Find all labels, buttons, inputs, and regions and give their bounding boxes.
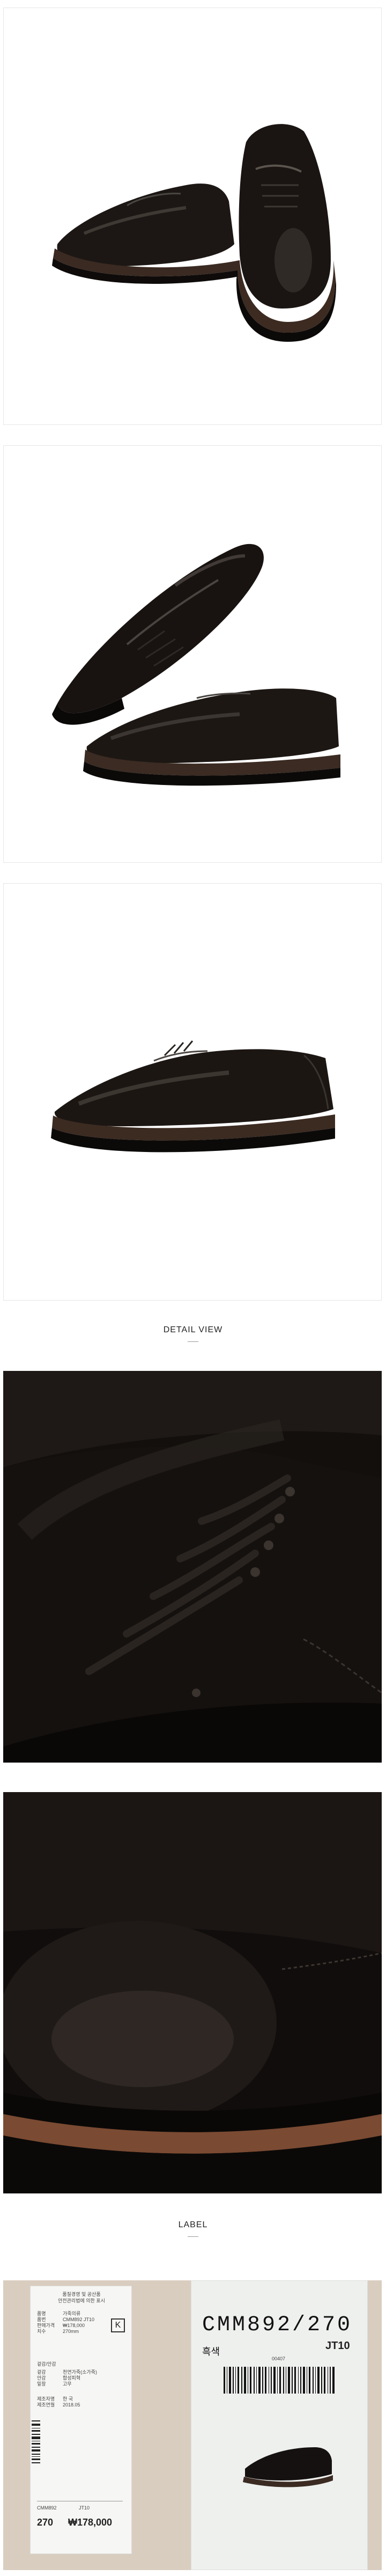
box-label-number: 00407	[272, 2356, 286, 2361]
box-label-right: CMM892/270 흑색 00407 JT10	[191, 2280, 368, 2570]
hangtag-row: 품명 가죽의류	[37, 2311, 128, 2317]
hangtag-price: ₩178,000	[68, 2517, 113, 2528]
hangtag-row: 밑창 고무	[37, 2381, 128, 2387]
hangtag-row-value: 가죽의류	[63, 2311, 81, 2316]
hangtag-barcode	[31, 2286, 41, 2555]
hangtag-row-value: ₩178,000	[63, 2323, 85, 2328]
box-label-code: CMM892/270	[202, 2313, 353, 2337]
box-label-shoe-picture	[240, 2431, 336, 2496]
detail-photo-laces	[3, 1371, 382, 1763]
hangtag-header-1: 품질경영 및 공산품	[62, 2292, 101, 2297]
hangtag-left: 품질경영 및 공산품 안전관리법에 의한 표시 품명 가죽의류 품번 CMM892 J…	[30, 2286, 132, 2554]
hangtag-row-value: 천연가죽(소가죽)	[63, 2369, 97, 2375]
hangtag-row-value: 합성피혁	[63, 2375, 81, 2381]
shoe-side-image	[51, 1040, 335, 1153]
hangtag-material-rows: 겉감 천연가죽(소가죽) 안감 합성피혁 밑창 고무	[37, 2369, 128, 2387]
hangtag-row: 제조자명 한 국	[37, 2396, 128, 2402]
kc-mark-icon: K	[111, 2318, 125, 2332]
laces-closeup-image	[3, 1371, 382, 1763]
detail-view-divider	[188, 1341, 198, 1342]
hangtag-row: 겉감 천연가죽(소가죽)	[37, 2369, 128, 2375]
product-photo-1	[3, 8, 382, 425]
hangtag-row-value: CMM892 JT10	[63, 2317, 95, 2322]
hangtag-row-value: 270mm	[63, 2329, 79, 2334]
box-label-color: 흑색	[202, 2346, 220, 2357]
box-label-barcode	[224, 2367, 342, 2394]
hangtag-row: 제조연월 2018.05	[37, 2402, 128, 2408]
product-photo-2	[3, 445, 382, 863]
detail-photo-toe	[3, 1792, 382, 2193]
shoe-pair-image	[52, 124, 336, 342]
hangtag-header-2: 안전관리법에 의한 표시	[58, 2298, 105, 2303]
product-photo-3	[3, 883, 382, 1301]
hangtag-row-value: 한 국	[63, 2396, 73, 2402]
shoe-pair-angled-image	[52, 544, 340, 786]
label-divider	[188, 2236, 198, 2237]
label-photo: 품질경영 및 공산품 안전관리법에 의한 표시 품명 가죽의류 품번 CMM892 J…	[3, 2280, 382, 2570]
hangtag-maker-rows: 제조자명 한 국 제조연월 2018.05	[37, 2396, 128, 2408]
box-label-jt: JT10	[325, 2340, 350, 2352]
hangtag-footer-sub: JT10	[79, 2505, 90, 2511]
toe-closeup-image	[3, 1792, 382, 2193]
label-title: LABEL	[178, 2220, 208, 2229]
hangtag-row: 안감 합성피혁	[37, 2375, 128, 2381]
hangtag-row-value: 2018.05	[63, 2402, 80, 2408]
hangtag-row-value: 고무	[63, 2381, 72, 2387]
detail-view-title: DETAIL VIEW	[163, 1325, 223, 1334]
